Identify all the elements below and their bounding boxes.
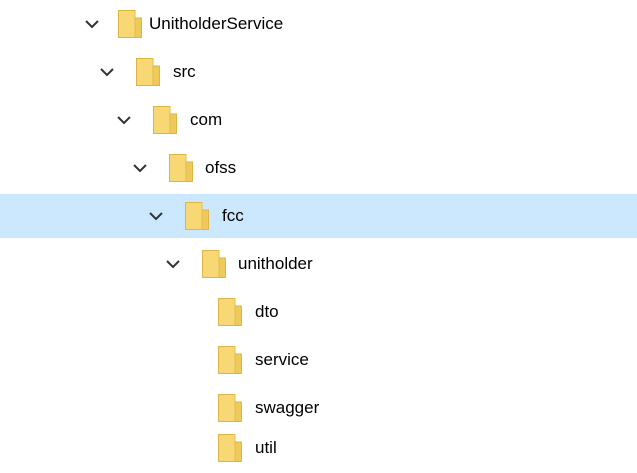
folder-icon (217, 393, 243, 423)
tree-item-label: com (190, 110, 223, 129)
folder-icon (168, 153, 194, 183)
chevron-down-icon[interactable] (130, 158, 150, 178)
chevron-down-icon[interactable] (114, 110, 134, 130)
folder-icon (201, 249, 227, 279)
tree-item-service[interactable]: service (0, 338, 637, 382)
chevron-down-icon[interactable] (97, 62, 117, 82)
tree-item-src[interactable]: src (0, 50, 637, 94)
tree-item-label: dto (255, 302, 279, 321)
chevron-down-icon[interactable] (146, 206, 166, 226)
tree-item-label: unitholder (238, 254, 313, 273)
tree-item-unitholder[interactable]: unitholder (0, 242, 637, 286)
tree-item-label: util (255, 438, 277, 457)
chevron-down-icon[interactable] (82, 14, 102, 34)
tree-item-com[interactable]: com (0, 98, 637, 142)
tree-item-util[interactable]: util (0, 426, 637, 470)
tree-item-label: service (255, 350, 309, 369)
folder-icon (217, 345, 243, 375)
tree-item-ofss[interactable]: ofss (0, 146, 637, 190)
tree-item-label: src (173, 62, 196, 81)
tree-item-fcc[interactable]: fcc (0, 194, 637, 238)
folder-icon (184, 201, 210, 231)
tree-item-label: UnitholderService (149, 14, 284, 33)
chevron-down-icon[interactable] (163, 254, 183, 274)
tree-item-label: fcc (222, 206, 244, 225)
folder-icon (217, 433, 243, 463)
folder-icon (217, 297, 243, 327)
tree-item-label: swagger (255, 398, 320, 417)
folder-tree: UnitholderService src com ofss fcc unith… (0, 0, 637, 473)
tree-item-unitholderservice[interactable]: UnitholderService (0, 2, 637, 46)
tree-item-dto[interactable]: dto (0, 290, 637, 334)
folder-icon (152, 105, 178, 135)
folder-icon (117, 9, 143, 39)
folder-icon (135, 57, 161, 87)
tree-item-label: ofss (205, 158, 237, 177)
tree-item-swagger[interactable]: swagger (0, 386, 637, 430)
